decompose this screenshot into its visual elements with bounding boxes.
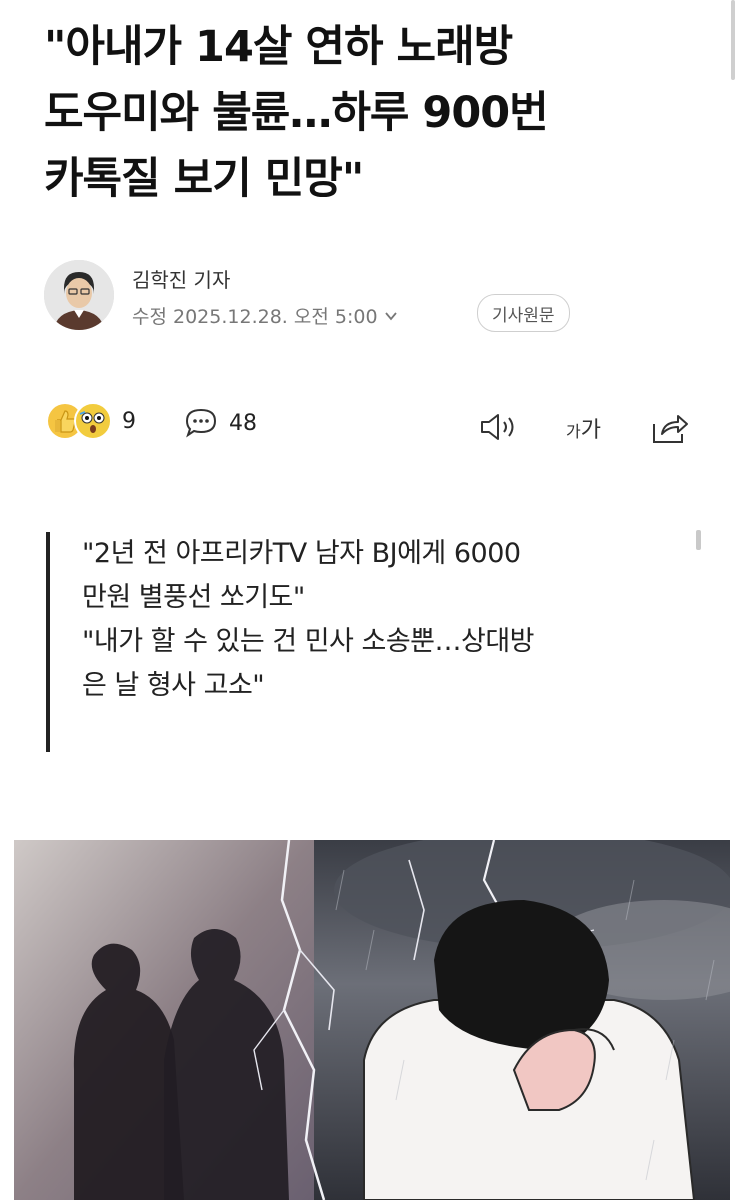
summary-scrollbar[interactable] [696, 530, 701, 550]
reaction-count: 9 [122, 408, 136, 434]
article-date: 수정 2025.12.28. 오전 5:00 [132, 306, 378, 328]
article-illustration[interactable] [14, 840, 730, 1200]
byline: 김학진 기자 수정 2025.12.28. 오전 5:00 기사원문 [44, 260, 704, 332]
summary-line: 만원 별풍선 쏘기도" [82, 582, 305, 613]
chevron-down-icon [384, 311, 397, 320]
summary-line: 은 날 형사 고소" [82, 670, 265, 701]
summary-line: "2년 전 아프리카TV 남자 BJ에게 6000 [82, 538, 521, 569]
article-title-line: 카톡질 보기 민망" [44, 154, 364, 204]
comment-icon [185, 408, 217, 438]
article-title: "아내가 14살 연하 노래방 도우미와 불륜…하루 900번 카톡질 보기 민… [44, 14, 684, 212]
font-size-button[interactable]: 가가 [566, 412, 601, 444]
article-summary-quote: "2년 전 아프리카TV 남자 BJ에게 6000 만원 별풍선 쏘기도" "내… [46, 532, 666, 752]
speaker-icon[interactable] [478, 410, 522, 444]
original-article-button[interactable]: 기사원문 [477, 294, 570, 332]
author-avatar[interactable] [44, 260, 114, 330]
comment-button[interactable]: 48 [183, 406, 257, 440]
reaction-button[interactable]: 9 [48, 402, 136, 440]
author-name[interactable]: 김학진 기자 [132, 264, 230, 293]
author-photo-icon [44, 260, 114, 330]
article-title-line: "아내가 14살 연하 노래방 [44, 22, 513, 72]
font-size-large-label: 가 [580, 418, 601, 443]
summary-line: "내가 할 수 있는 건 민사 소송뿐…상대방 [82, 626, 535, 657]
article-title-line: 도우미와 불륜…하루 900번 [44, 88, 549, 138]
comment-count: 48 [229, 410, 257, 436]
font-size-small-label: 가 [566, 422, 581, 441]
surprised-face-icon [74, 402, 112, 440]
date-row[interactable]: 수정 2025.12.28. 오전 5:00 [132, 302, 398, 329]
article-action-bar: 9 48 가가 [48, 400, 698, 456]
affair-illustration [14, 840, 730, 1200]
page-scrollbar[interactable] [731, 0, 735, 80]
share-icon[interactable] [650, 410, 690, 446]
